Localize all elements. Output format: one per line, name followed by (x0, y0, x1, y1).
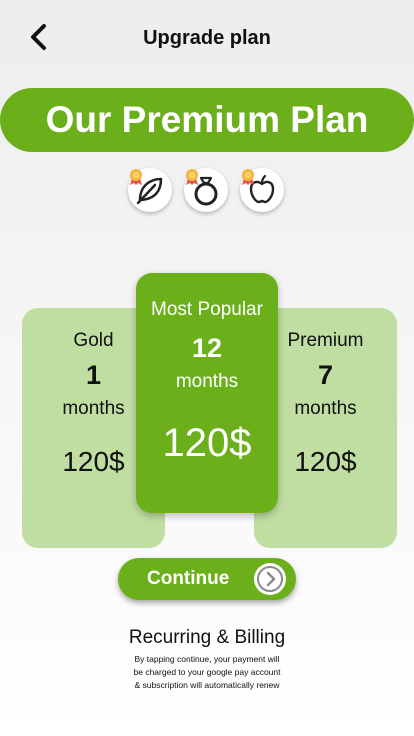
badge-leaf (128, 168, 172, 212)
plan-name: Most Popular (151, 299, 263, 320)
plan-card-most-popular[interactable]: Most Popular 12 months 120$ (136, 273, 278, 513)
billing-line: & subscription will automatically renew (134, 680, 280, 690)
medal-icon (186, 169, 198, 185)
billing-line: be charged to your google pay account (133, 667, 281, 677)
badge-apple (240, 168, 284, 212)
plan-duration-unit: months (175, 371, 239, 392)
billing-line: By tapping continue, your payment will (134, 654, 280, 664)
medal-icon (242, 169, 254, 185)
continue-label: Continue (147, 568, 230, 589)
continue-button[interactable]: Continue (118, 558, 296, 600)
chevron-right-circle-icon (254, 563, 286, 595)
app-header: Upgrade plan (0, 0, 414, 76)
feature-badges (128, 168, 288, 218)
plan-price: 120$ (162, 421, 252, 465)
billing-title: Recurring & Billing (128, 627, 286, 648)
medal-icon (130, 169, 142, 185)
plan-duration: 12 (191, 333, 223, 363)
badge-ring (184, 168, 228, 212)
page-title: Upgrade plan (143, 27, 271, 49)
premium-plan-banner: Our Premium Plan (0, 88, 414, 152)
